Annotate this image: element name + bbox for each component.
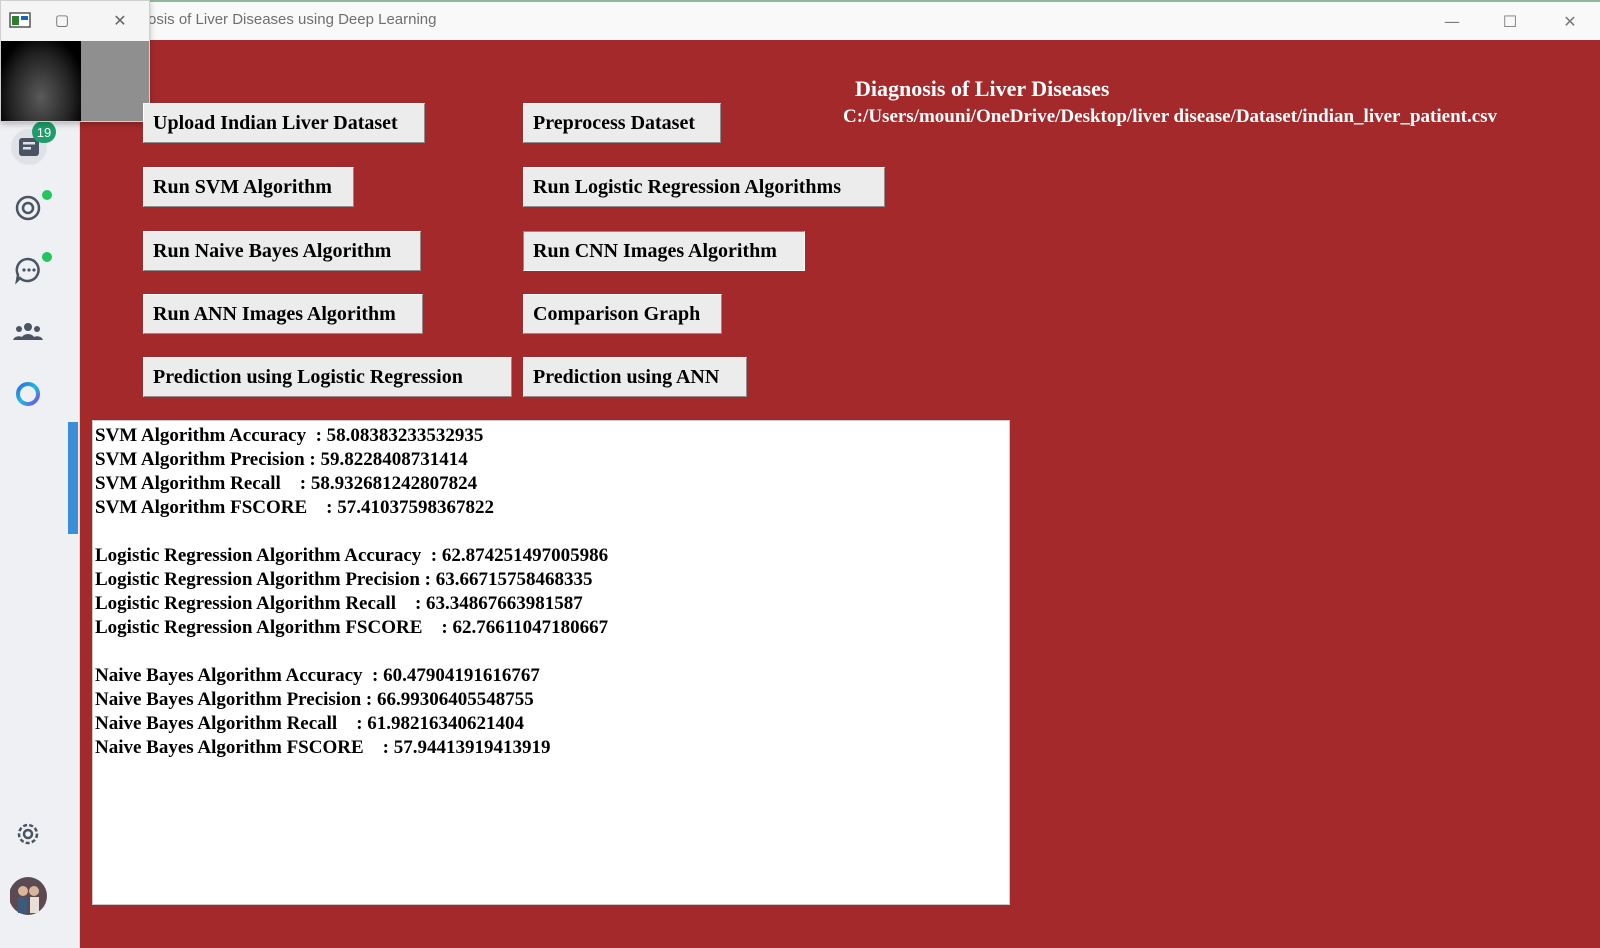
dataset-path-label: C:/Users/mouni/OneDrive/Desktop/liver di… (843, 106, 1498, 127)
result-line: SVM Algorithm FSCORE : 57.41037598367822 (95, 497, 494, 518)
notification-badge: 19 (32, 121, 56, 143)
result-line: Naive Bayes Algorithm FSCORE : 57.944139… (95, 737, 551, 758)
close-icon: ✕ (113, 10, 127, 30)
comparison-graph-button[interactable]: Comparison Graph (523, 294, 722, 334)
preview-thumbnail-blank (81, 41, 149, 121)
minimize-button[interactable]: — (1423, 2, 1481, 40)
sidebar-scroll-indicator[interactable] (68, 422, 78, 534)
window-title: osis of Liver Diseases using Deep Learni… (148, 11, 437, 28)
page-title: Diagnosis of Liver Diseases (855, 76, 1110, 101)
maximize-button[interactable]: ☐ (1481, 2, 1539, 40)
avatar (10, 877, 47, 915)
sidebar (0, 122, 80, 948)
copilot-ring-icon (16, 382, 40, 406)
result-line: SVM Algorithm Recall : 58.93268124280782… (95, 473, 478, 494)
close-button[interactable]: ✕ (1541, 2, 1599, 40)
result-line: Naive Bayes Algorithm Recall : 61.982163… (95, 713, 525, 734)
result-line: SVM Algorithm Accuracy : 58.083832335329… (95, 425, 484, 446)
sidebar-item-avatar[interactable] (10, 876, 50, 916)
sidebar-item-settings[interactable] (10, 814, 50, 854)
results-textarea[interactable]: SVM Algorithm Accuracy : 58.083832335329… (92, 420, 1010, 905)
result-line: Logistic Regression Algorithm Precision … (95, 569, 593, 590)
result-line: Logistic Regression Algorithm Recall : 6… (95, 593, 583, 614)
result-line: Logistic Regression Algorithm FSCORE : 6… (95, 617, 609, 638)
run-logistic-regression-button[interactable]: Run Logistic Regression Algorithms (523, 167, 885, 207)
window-titlebar[interactable]: osis of Liver Diseases using Deep Learni… (0, 0, 1600, 40)
run-cnn-button[interactable]: Run CNN Images Algorithm (523, 231, 805, 271)
predict-ann-button[interactable]: Prediction using ANN (523, 357, 747, 397)
result-line: SVM Algorithm Precision : 59.82284087314… (95, 449, 468, 470)
run-ann-button[interactable]: Run ANN Images Algorithm (143, 294, 423, 334)
result-line: Logistic Regression Algorithm Accuracy :… (95, 545, 609, 566)
preprocess-dataset-button[interactable]: Preprocess Dataset (523, 103, 721, 143)
preview-thumbnail-ultrasound (1, 41, 81, 121)
preview-restore-button[interactable]: ▢ (51, 7, 73, 33)
close-icon: ✕ (1563, 11, 1577, 31)
run-naive-bayes-button[interactable]: Run Naive Bayes Algorithm (143, 231, 421, 271)
maximize-icon: ☐ (1502, 11, 1518, 31)
minimize-icon: — (1444, 11, 1460, 31)
result-line (95, 640, 1007, 664)
result-line: Naive Bayes Algorithm Precision : 66.993… (95, 689, 534, 710)
window-preview-popup[interactable]: ▢ ✕ (0, 0, 150, 122)
result-line (95, 520, 1007, 544)
sidebar-item-copilot[interactable] (10, 374, 50, 414)
gear-icon (17, 823, 39, 845)
run-svm-button[interactable]: Run SVM Algorithm (143, 167, 354, 207)
restore-icon: ▢ (54, 11, 70, 29)
people-icon (13, 323, 43, 340)
upload-dataset-button[interactable]: Upload Indian Liver Dataset (143, 103, 425, 143)
result-line: Naive Bayes Algorithm Accuracy : 60.4790… (95, 665, 540, 686)
preview-close-button[interactable]: ✕ (109, 7, 131, 33)
status-dot (40, 188, 54, 202)
app-window-icon (9, 12, 31, 28)
sidebar-item-people[interactable] (10, 312, 50, 352)
chat-dot (40, 250, 54, 264)
predict-logistic-button[interactable]: Prediction using Logistic Regression (143, 357, 512, 397)
